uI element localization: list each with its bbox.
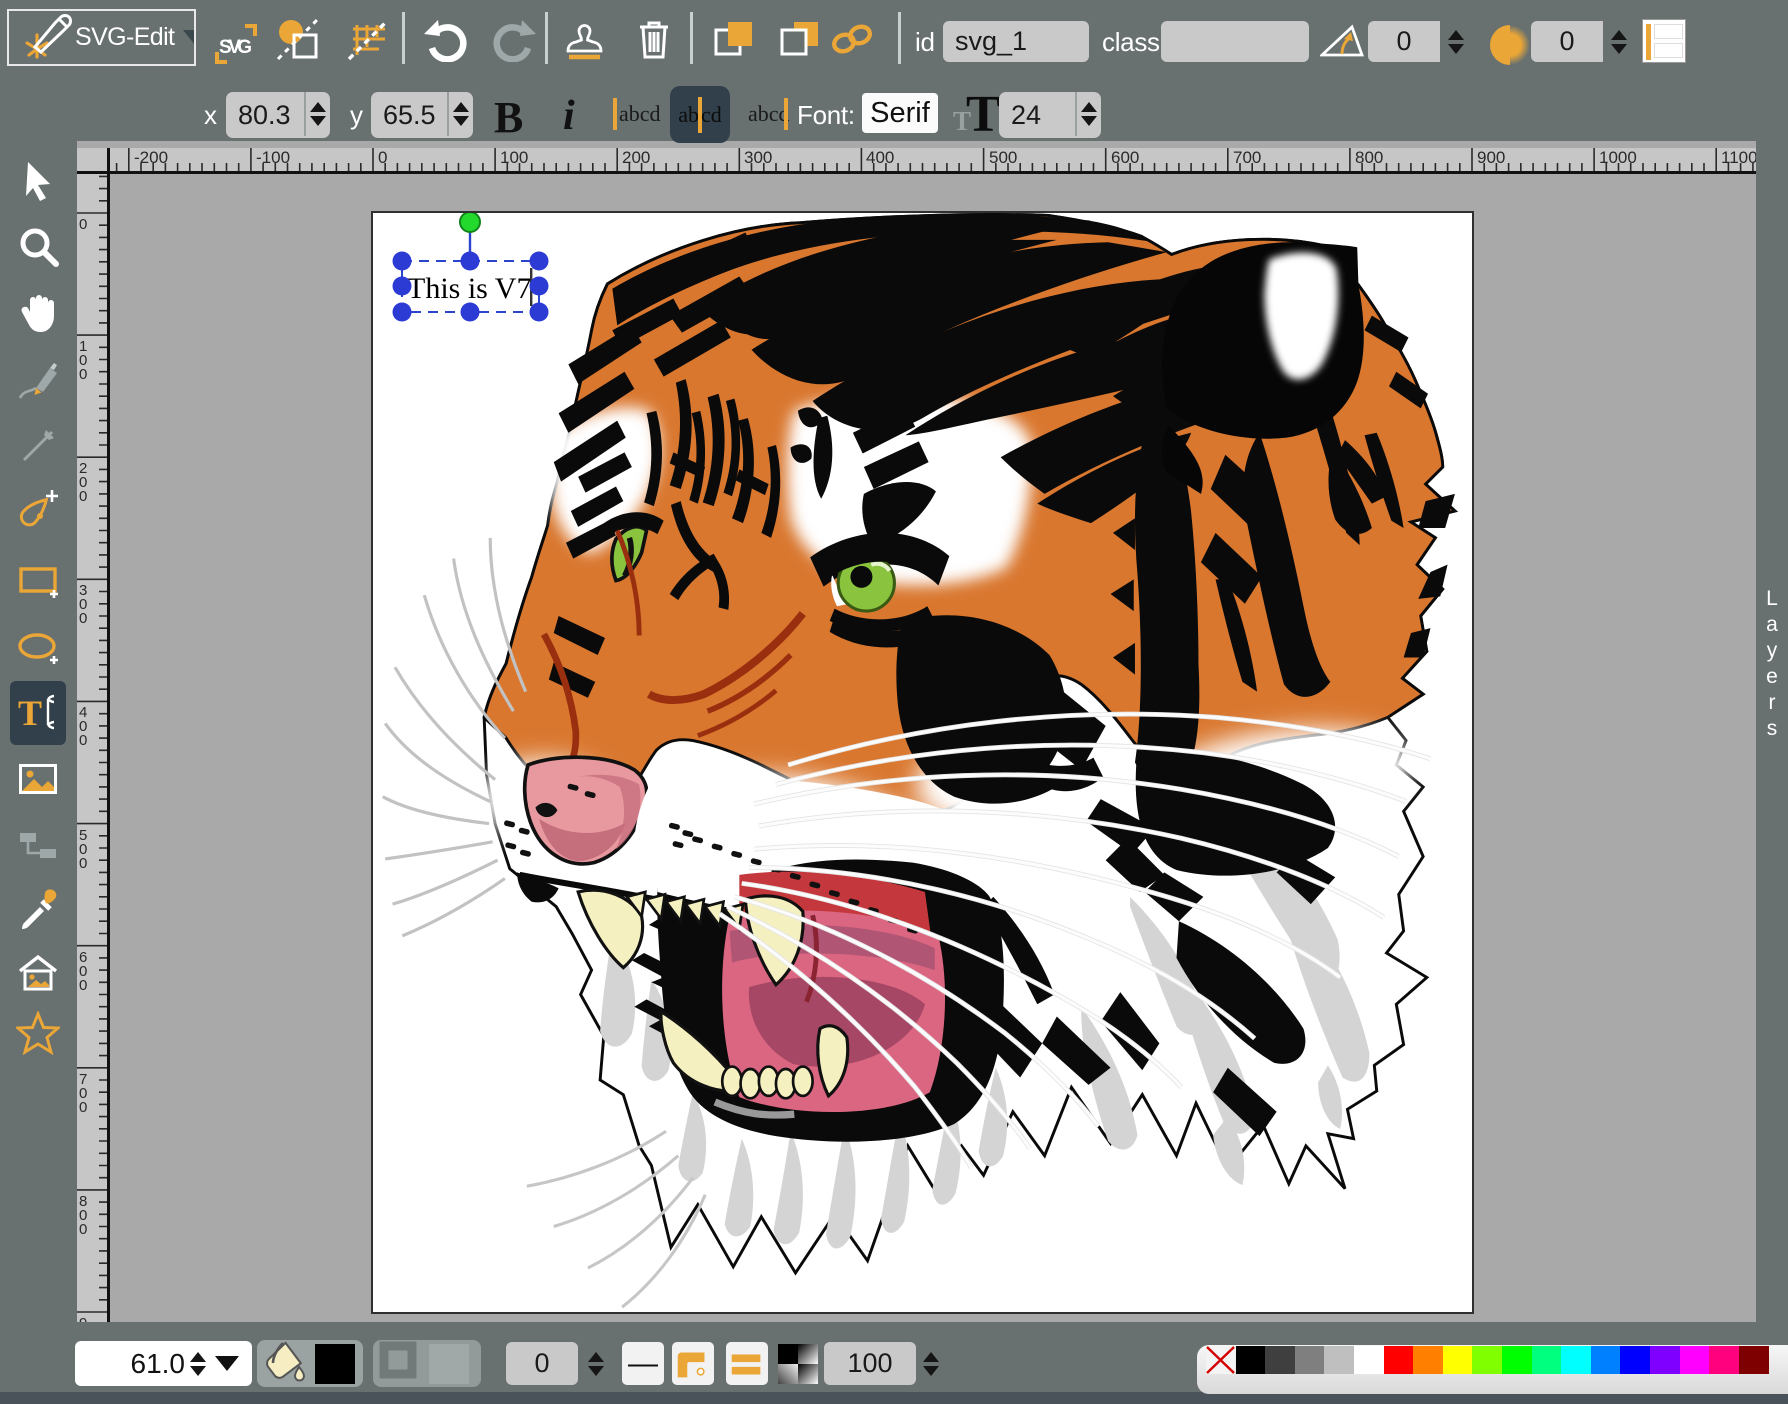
svg-text:800: 800: [1355, 148, 1383, 167]
svg-text:0: 0: [79, 366, 87, 383]
svg-text:SVG: SVG: [219, 37, 252, 58]
svg-text:0: 0: [79, 855, 87, 872]
svg-text:600: 600: [1111, 148, 1139, 167]
svg-text:T: T: [18, 693, 42, 733]
svg-text:0: 0: [79, 1221, 87, 1238]
svg-text:0: 0: [79, 977, 87, 994]
svg-text:300: 300: [744, 148, 772, 167]
svg-text:900: 900: [1477, 148, 1505, 167]
svg-text:0: 0: [79, 488, 87, 505]
svg-text:1100: 1100: [1721, 148, 1756, 167]
svg-text:400: 400: [866, 148, 894, 167]
svg-text:This is V7: This is V7: [407, 272, 531, 305]
svg-text:0: 0: [79, 732, 87, 749]
svg-text:-100: -100: [256, 148, 290, 167]
svg-text:9: 9: [79, 1315, 87, 1322]
svg-text:700: 700: [1233, 148, 1261, 167]
svg-text:1000: 1000: [1599, 148, 1637, 167]
svg-text:0: 0: [79, 610, 87, 627]
svg-text:0: 0: [79, 1099, 87, 1116]
svg-text:0: 0: [378, 148, 387, 167]
svg-text:100: 100: [500, 148, 528, 167]
svg-text:200: 200: [622, 148, 650, 167]
svg-text:500: 500: [989, 148, 1017, 167]
svg-text:0: 0: [79, 216, 87, 233]
svg-text:-200: -200: [134, 148, 168, 167]
